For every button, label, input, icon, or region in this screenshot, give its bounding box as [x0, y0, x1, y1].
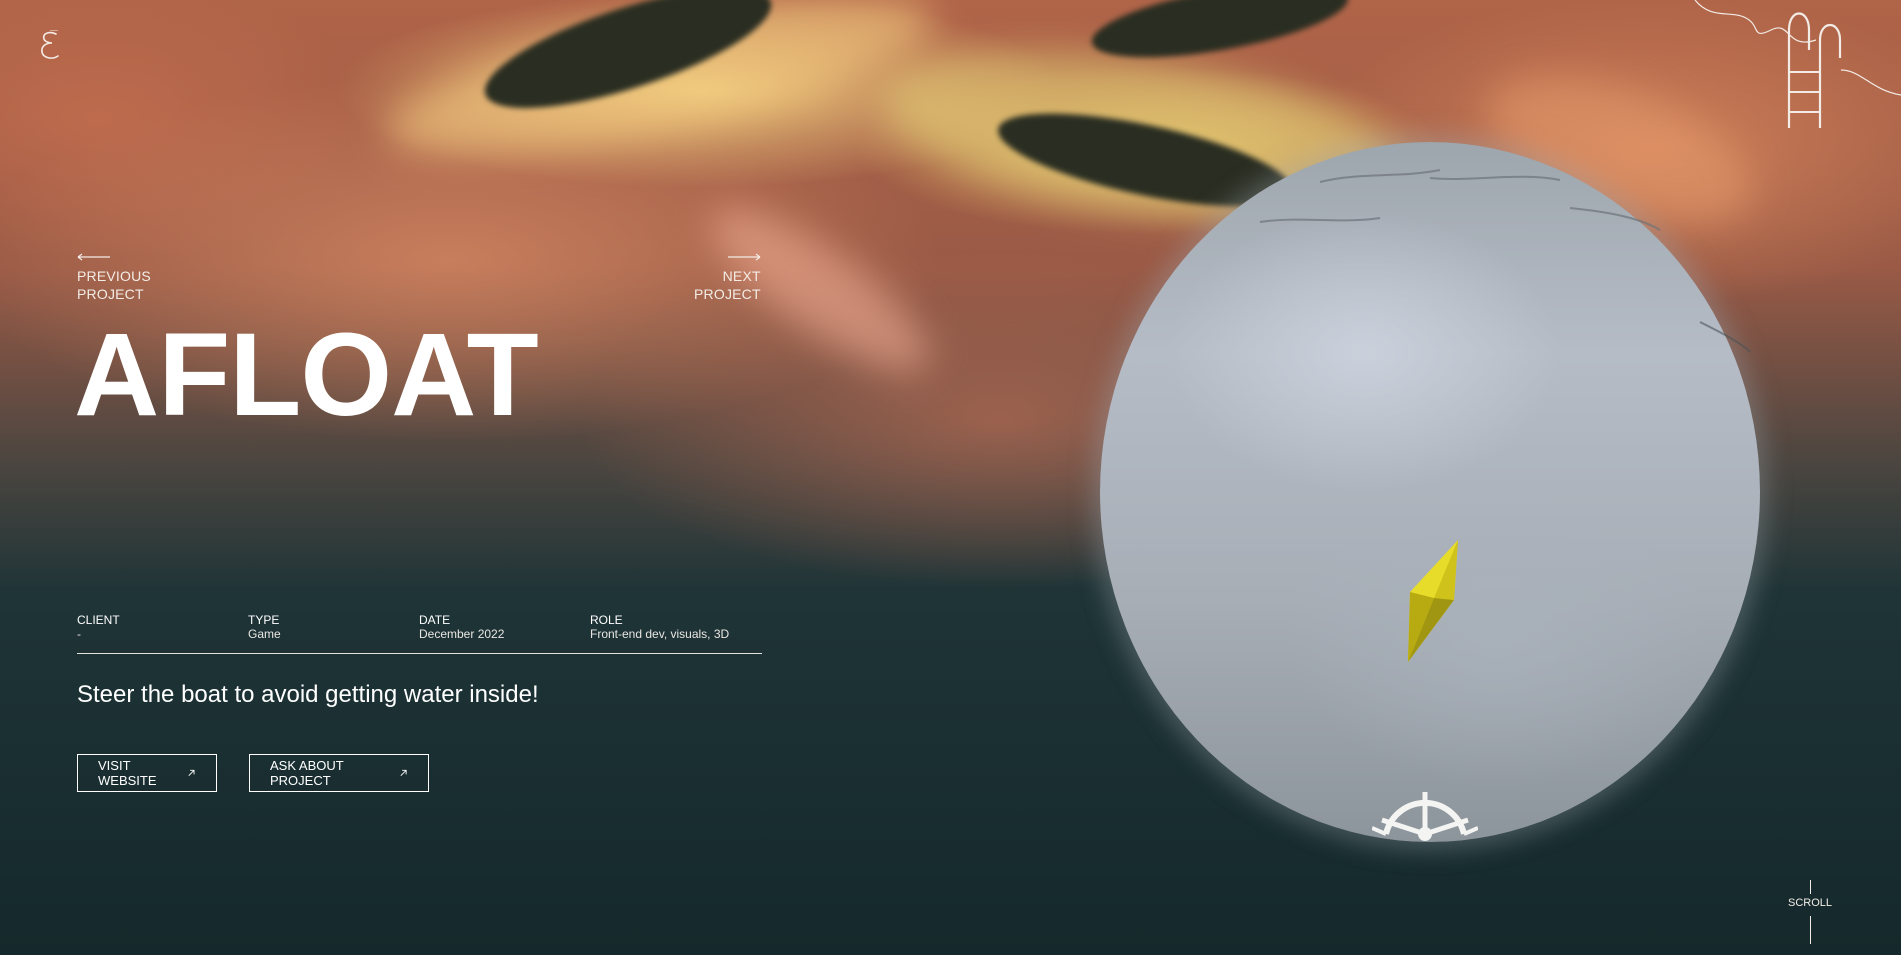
previous-label-line2: PROJECT	[77, 286, 144, 302]
arrow-right-icon	[727, 253, 761, 261]
meta-value: -	[77, 627, 81, 641]
project-meta: CLIENT - TYPE Game DATE December 2022 RO…	[77, 613, 762, 654]
ask-about-project-label: ASK ABOUT PROJECT	[270, 758, 344, 788]
next-label-line1: NEXT	[722, 268, 761, 284]
meta-value: Game	[248, 627, 281, 641]
next-label-line2: PROJECT	[694, 286, 761, 302]
meta-value: December 2022	[419, 627, 505, 641]
scroll-line-bottom	[1810, 916, 1811, 944]
external-link-icon	[188, 769, 195, 776]
meta-value: Front-end dev, visuals, 3D	[590, 627, 730, 641]
meta-date: DATE December 2022	[419, 613, 504, 641]
scroll-label: SCROLL	[1787, 897, 1833, 909]
scroll-line-top	[1810, 880, 1811, 894]
sphere-wave-lines	[1259, 169, 1751, 353]
project-tagline: Steer the boat to avoid getting water in…	[77, 681, 539, 708]
ship-wheel-icon	[1372, 792, 1478, 841]
previous-project-link[interactable]: PREVIOUS PROJECT	[77, 252, 151, 303]
ask-about-project-button[interactable]: ASK ABOUT PROJECT	[249, 754, 429, 792]
visit-website-button[interactable]: VISIT WEBSITE	[77, 754, 217, 792]
page-title: AFLOAT	[74, 309, 539, 441]
meta-label: TYPE	[248, 613, 280, 627]
next-project-link[interactable]: NEXT PROJECT	[694, 252, 761, 303]
meta-label: CLIENT	[77, 613, 120, 627]
visit-website-label: VISIT WEBSITE	[98, 758, 157, 788]
meta-label: ROLE	[590, 613, 623, 627]
meta-role: ROLE Front-end dev, visuals, 3D	[590, 613, 729, 641]
meta-type: TYPE Game	[248, 613, 281, 641]
meta-label: DATE	[419, 613, 451, 627]
previous-label-line1: PREVIOUS	[77, 268, 151, 284]
script-e-logo-icon[interactable]	[36, 30, 64, 64]
yellow-crystal-icon	[1408, 540, 1458, 662]
hero-scene: PREVIOUS PROJECT NEXT PROJECT AFLOAT CLI…	[0, 0, 1901, 955]
external-link-icon	[400, 769, 407, 776]
arrow-left-icon	[77, 253, 110, 261]
pool-ladder-icon	[1694, 0, 1901, 128]
scroll-indicator[interactable]: SCROLL	[1780, 880, 1840, 944]
meta-client: CLIENT -	[77, 613, 120, 641]
